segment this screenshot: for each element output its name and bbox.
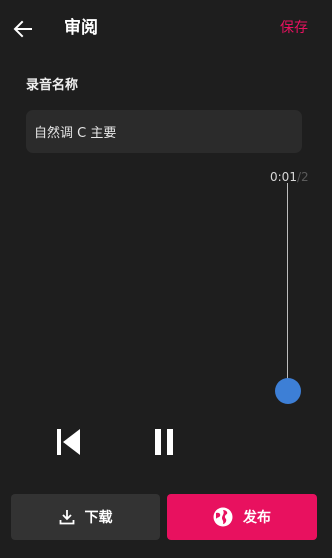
app-header: 审阅 保存 xyxy=(0,0,332,56)
seek-track[interactable] xyxy=(287,183,288,391)
recording-name-label: 录音名称 xyxy=(26,78,79,93)
time-total: /2 xyxy=(296,170,309,184)
globe-icon xyxy=(213,507,233,527)
publish-button[interactable]: 发布 xyxy=(167,494,317,540)
pause-button[interactable] xyxy=(146,424,182,460)
pause-icon xyxy=(155,429,173,455)
seek-thumb[interactable] xyxy=(275,378,301,404)
publish-label: 发布 xyxy=(243,510,271,526)
arrow-left-icon xyxy=(13,20,32,38)
skip-previous-button[interactable] xyxy=(50,424,86,460)
back-button[interactable] xyxy=(10,16,36,42)
time-current: 0:01 xyxy=(270,170,297,184)
page-title: 审阅 xyxy=(64,18,98,38)
download-button[interactable]: 下载 xyxy=(11,494,160,540)
save-button[interactable]: 保存 xyxy=(280,18,308,38)
download-icon xyxy=(59,510,74,525)
skip-previous-icon xyxy=(57,429,80,455)
download-label: 下载 xyxy=(84,510,113,526)
time-readout: 0:01/2 xyxy=(270,168,318,186)
recording-name-input[interactable] xyxy=(26,110,302,153)
